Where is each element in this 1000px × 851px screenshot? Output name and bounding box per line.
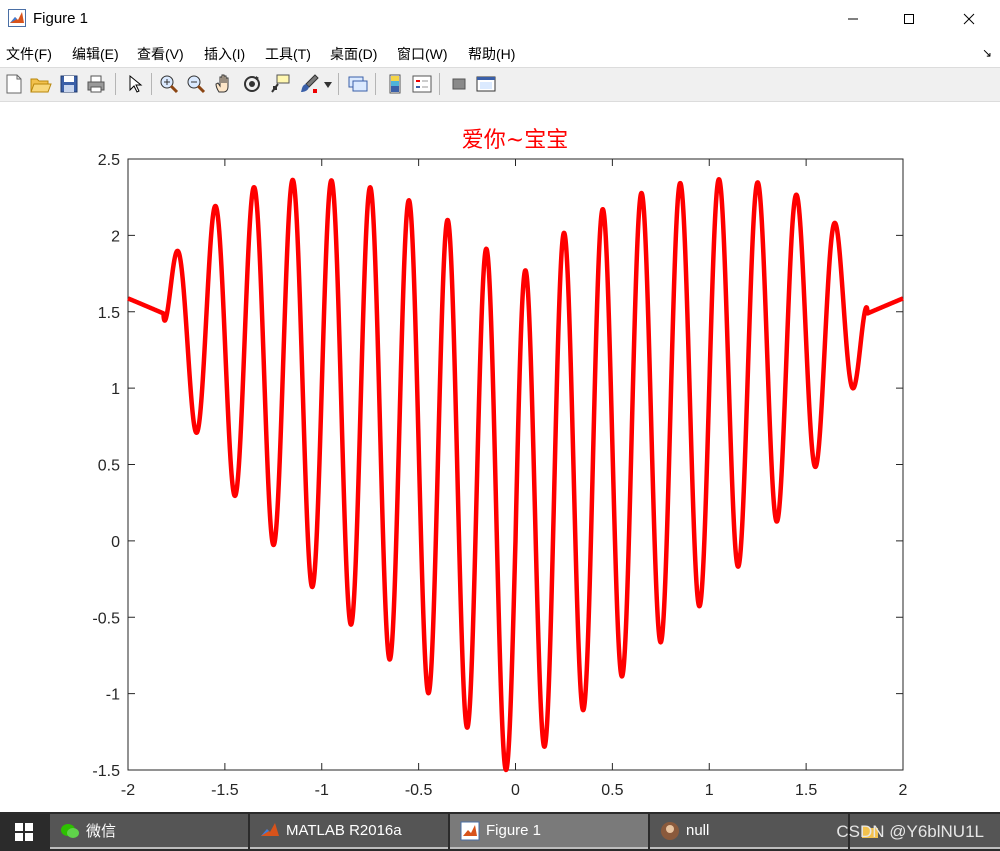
- maximize-icon: [904, 14, 914, 24]
- dock-arrow-icon[interactable]: ↘: [982, 46, 992, 60]
- taskbar-item-label: Figure 1: [486, 822, 542, 839]
- matlab-app-icon: [8, 9, 26, 27]
- x-tick-label: -2: [121, 782, 135, 799]
- menu-file[interactable]: 文件(F): [6, 44, 52, 64]
- print-icon[interactable]: [84, 72, 108, 96]
- x-tick-label: 2: [899, 782, 908, 799]
- data-cursor-icon[interactable]: [268, 72, 292, 96]
- zoom-in-icon[interactable]: [157, 72, 181, 96]
- toolbar-separator: [151, 73, 152, 95]
- figure-toolbar: [0, 67, 1000, 102]
- y-tick-label: 2: [111, 228, 120, 245]
- brush-icon[interactable]: [297, 72, 321, 96]
- new-figure-icon[interactable]: [2, 72, 26, 96]
- x-tick-label: -1.5: [211, 782, 239, 799]
- chart-title: 爱你~宝宝: [462, 128, 568, 153]
- y-tick-label: -1.5: [92, 763, 120, 780]
- x-tick-label: 0.5: [601, 782, 623, 799]
- colorbar-icon[interactable]: [383, 72, 407, 96]
- close-icon: [963, 13, 975, 25]
- chevron-down-icon[interactable]: [324, 82, 332, 88]
- menu-desktop[interactable]: 桌面(D): [330, 44, 377, 64]
- avatar-icon: [661, 821, 679, 840]
- taskbar-item-wechat[interactable]: 微信: [50, 814, 248, 849]
- taskbar-item-label: 微信: [86, 823, 117, 840]
- y-tick-label: 0.5: [98, 458, 120, 475]
- y-tick-label: -0.5: [92, 610, 120, 627]
- taskbar-item-matlab[interactable]: MATLAB R2016a: [250, 814, 448, 849]
- link-plot-icon[interactable]: [346, 72, 370, 96]
- close-button[interactable]: [946, 0, 992, 38]
- open-file-icon[interactable]: [28, 72, 52, 96]
- toolbar-separator: [115, 73, 116, 95]
- plot-area[interactable]: 爱你~宝宝 -2 -1.5 -1 -0.5 0 0.5 1 1.5 22.521.510.50-…: [0, 101, 1000, 812]
- pointer-icon[interactable]: [122, 72, 146, 96]
- y-tick-label: 0: [111, 534, 120, 551]
- menu-view[interactable]: 查看(V): [137, 44, 184, 64]
- menu-tools[interactable]: 工具(T): [265, 44, 311, 64]
- windows-taskbar: 微信 MATLAB R2016a Figure 1 null CSDN @Y6b…: [0, 812, 1000, 851]
- zoom-out-icon[interactable]: [184, 72, 208, 96]
- windows-logo-icon: [15, 822, 33, 841]
- minimize-button[interactable]: [830, 0, 876, 38]
- y-tick-label: 2.5: [98, 152, 120, 169]
- menu-help[interactable]: 帮助(H): [468, 44, 515, 64]
- legend-icon[interactable]: [410, 72, 434, 96]
- toolbar-separator: [338, 73, 339, 95]
- x-tick-label: 1.5: [795, 782, 817, 799]
- y-tick-label: 1.5: [98, 305, 120, 322]
- matlab-icon: [261, 822, 279, 836]
- hide-plot-tools-icon[interactable]: [447, 72, 471, 96]
- taskbar-item-label: MATLAB R2016a: [286, 822, 402, 839]
- matlab-figure-icon: [460, 821, 480, 840]
- figure-window: Figure 1 文件(F) 编辑(E) 查看(V) 插入(I) 工具(T) 桌…: [0, 0, 1000, 812]
- rotate-3d-icon[interactable]: [240, 72, 264, 96]
- x-tick-label: 0: [511, 782, 520, 799]
- window-title: Figure 1: [33, 10, 89, 27]
- taskbar-item-figure[interactable]: Figure 1: [450, 814, 648, 849]
- maximize-button[interactable]: [886, 0, 932, 38]
- taskbar-item-label: null: [686, 822, 710, 839]
- taskbar-item-null[interactable]: null: [650, 814, 848, 849]
- watermark: CSDN @Y6blNU1L: [836, 822, 984, 841]
- x-tick-label: -1: [315, 782, 329, 799]
- wechat-icon: [61, 823, 79, 838]
- show-plot-tools-icon[interactable]: [474, 72, 498, 96]
- menu-bar: 文件(F) 编辑(E) 查看(V) 插入(I) 工具(T) 桌面(D) 窗口(W…: [0, 40, 1000, 66]
- minimize-icon: [848, 18, 858, 20]
- start-button[interactable]: [0, 812, 48, 851]
- x-tick-label: -0.5: [405, 782, 433, 799]
- y-tick-label: 1: [111, 381, 120, 398]
- menu-edit[interactable]: 编辑(E): [72, 44, 119, 64]
- toolbar-separator: [375, 73, 376, 95]
- pan-hand-icon[interactable]: [212, 72, 236, 96]
- menu-insert[interactable]: 插入(I): [204, 44, 245, 64]
- toolbar-separator: [439, 73, 440, 95]
- title-bar[interactable]: Figure 1: [0, 0, 1000, 38]
- y-tick-label: -1: [106, 687, 120, 704]
- x-tick-label: 1: [705, 782, 714, 799]
- menu-window[interactable]: 窗口(W): [397, 44, 448, 64]
- save-icon[interactable]: [57, 72, 81, 96]
